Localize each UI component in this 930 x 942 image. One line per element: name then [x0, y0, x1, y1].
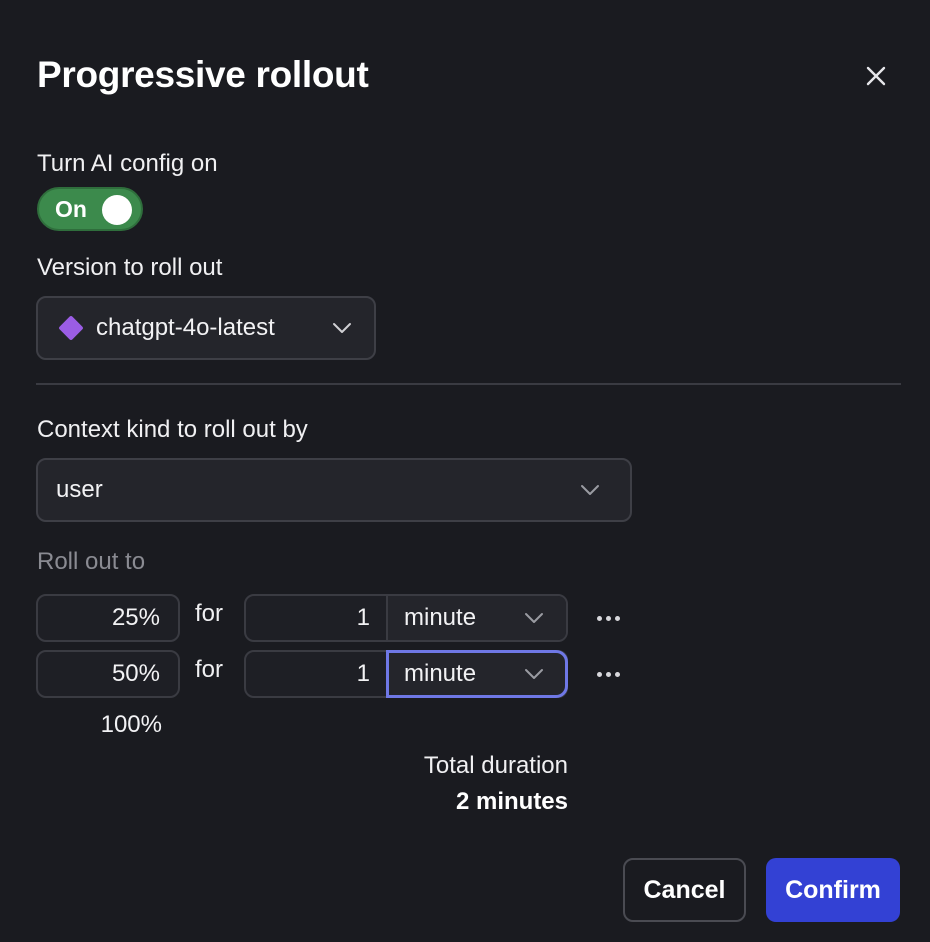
final-percent: 100% — [100, 711, 162, 738]
total-duration-value: 2 minutes — [455, 788, 568, 815]
duration-unit-value: minute — [404, 604, 477, 631]
more-icon — [596, 615, 602, 621]
more-icon-dot — [614, 615, 620, 621]
divider — [36, 383, 901, 385]
for-label: for — [195, 600, 224, 627]
duration-unit-select[interactable]: minute — [386, 650, 568, 698]
confirm-button[interactable]: Confirm — [766, 858, 900, 922]
duration-unit-select[interactable]: minute — [388, 596, 566, 640]
chevron-down-icon — [581, 485, 599, 495]
step-percent-input[interactable]: 25% — [36, 594, 180, 642]
close-icon — [866, 66, 886, 86]
total-duration-label: Total duration — [423, 752, 568, 779]
duration-group: 1 minute — [244, 650, 568, 698]
rollout-label: Roll out to — [37, 548, 146, 575]
version-select[interactable]: chatgpt-4o-latest — [36, 296, 376, 360]
toggle-state-label: On — [55, 195, 87, 222]
chevron-down-icon — [333, 323, 351, 333]
step-more-button[interactable] — [592, 664, 624, 684]
toggle-label: Turn AI config on — [37, 150, 218, 177]
close-button[interactable] — [860, 60, 892, 92]
page-title: Progressive rollout — [37, 54, 369, 95]
step-percent-input[interactable]: 50% — [36, 650, 180, 698]
chevron-down-icon — [525, 669, 543, 679]
duration-input[interactable]: 1 — [246, 652, 388, 696]
context-label: Context kind to roll out by — [37, 416, 308, 443]
duration-group: 1 minute — [244, 594, 568, 642]
duration-unit-value: minute — [404, 660, 477, 687]
chevron-down-icon — [525, 613, 543, 623]
duration-input[interactable]: 1 — [246, 596, 388, 640]
more-icon-dot — [605, 615, 611, 621]
version-label: Version to roll out — [37, 254, 223, 281]
diamond-icon — [58, 315, 84, 341]
context-value: user — [56, 476, 103, 503]
cancel-button[interactable]: Cancel — [623, 858, 746, 922]
version-value: chatgpt-4o-latest — [96, 314, 275, 341]
toggle-knob — [102, 195, 132, 225]
context-select[interactable]: user — [36, 458, 632, 522]
for-label: for — [195, 656, 224, 683]
more-icon-dot — [605, 671, 611, 677]
more-icon — [596, 671, 602, 677]
ai-config-toggle[interactable]: On — [37, 187, 143, 231]
step-more-button[interactable] — [592, 608, 624, 628]
more-icon-dot — [614, 671, 620, 677]
